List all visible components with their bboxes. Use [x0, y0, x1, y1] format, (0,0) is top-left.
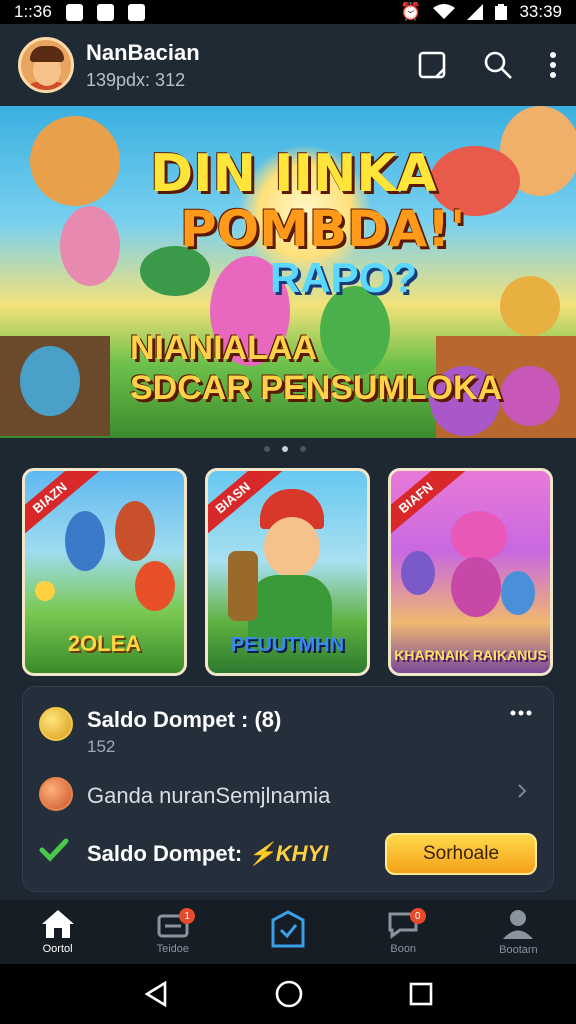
carousel-indicator[interactable] [264, 446, 306, 452]
wallet-link-label: Ganda nuranSemjlnamia [87, 783, 331, 808]
wallet-balance-label: Saldo Dompet : (8) [87, 707, 282, 732]
card-title: KHARNAIK RAIKANUS [394, 647, 547, 663]
wallet-link-row[interactable]: Ganda nuranSemjlnamia [39, 775, 537, 815]
status-bar: 1::36 ⏰ 33:39 [0, 0, 576, 24]
wallet-action-text: Saldo Dompet: [87, 841, 243, 866]
carousel-dot-active[interactable] [282, 446, 288, 452]
user-sub: 139pdx: 312 [86, 69, 186, 90]
user-name: NanBacian [86, 39, 200, 65]
nav-badge: 1 [179, 908, 196, 924]
banner-title-1: DIN IINKA [150, 144, 437, 204]
wifi-icon [433, 4, 456, 19]
user-info: NanBacian 139pdx: 312 [86, 40, 200, 91]
banner-subtitle-line1: NIANIALAA [130, 329, 317, 367]
more-horiz-icon[interactable] [509, 709, 533, 717]
wallet-action-label: Saldo Dompet: ⚡KHYI [87, 841, 328, 867]
nav-label: Bootarn [499, 944, 538, 956]
notification-icon [96, 3, 114, 21]
battery-icon [495, 4, 508, 20]
coin-icon [39, 707, 73, 741]
checklist-icon [271, 910, 305, 948]
search-icon[interactable] [482, 49, 514, 81]
carousel-dot[interactable] [264, 446, 270, 452]
nav-item-home[interactable]: Oortol [0, 900, 115, 964]
signal-icon [467, 4, 484, 20]
card-title: 2OLEA [67, 631, 142, 656]
nav-item-profile[interactable]: Bootarn [461, 900, 576, 964]
notification-icon [127, 3, 145, 21]
check-icon [39, 838, 69, 862]
notification-icon [65, 3, 83, 21]
wallet-panel: Saldo Dompet : (8) 152 Ganda nuranSemjln… [22, 686, 554, 892]
wallet-action-row: Saldo Dompet: ⚡KHYI Sorhoale [39, 831, 537, 877]
status-clock: 33:39 [519, 2, 562, 21]
bookmark-icon[interactable] [416, 49, 448, 81]
nav-badge: 0 [409, 908, 426, 924]
back-icon[interactable] [143, 981, 169, 1007]
banner-title-3: RAPO? [270, 254, 417, 301]
banner-subtitle-line2: SDCAR PENSUMLOKA [130, 369, 503, 407]
game-card[interactable]: BIAZN 2OLEA [22, 468, 187, 676]
alarm-icon: ⏰ [400, 2, 422, 21]
bottom-nav: Oortol 1 Teidoe 0 Boon Bootarn [0, 900, 576, 964]
nav-label: Teidoe [156, 943, 190, 955]
banner-subtitle: NIANIALAA SDCAR PENSUMLOKA [130, 328, 502, 408]
banner-title-2: POMBDA!' [180, 200, 466, 258]
nav-item-tasks[interactable] [230, 900, 345, 964]
nav-item-chat[interactable]: 0 Boon [346, 900, 461, 964]
system-nav [0, 964, 576, 1024]
game-cards: BIAZN 2OLEA BIASN PEUUTMHN BIAFN KHARNAI… [22, 468, 554, 676]
status-time: 1::36 [14, 2, 52, 21]
game-card[interactable]: BIASN PEUUTMHN [205, 468, 370, 676]
nav-label: Oortol [42, 943, 73, 955]
nav-item-inbox[interactable]: 1 Teidoe [115, 900, 230, 964]
wallet-action-button[interactable]: Sorhoale [385, 833, 537, 875]
nav-label: Boon [390, 943, 417, 955]
carousel-dot[interactable] [300, 446, 306, 452]
wallet-balance-row: Saldo Dompet : (8) 152 [39, 703, 537, 763]
recents-icon[interactable] [409, 982, 433, 1006]
card-title: PEUUTMHN [230, 634, 345, 656]
coin-icon [39, 777, 73, 811]
game-card[interactable]: BIAFN KHARNAIK RAIKANUS [388, 468, 553, 676]
avatar[interactable] [18, 37, 74, 93]
home-icon [41, 910, 74, 938]
promo-banner[interactable]: DIN IINKA POMBDA!' RAPO? NIANIALAA SDCAR… [0, 106, 576, 438]
wallet-action-value: ⚡KHYI [248, 841, 329, 866]
home-button-icon[interactable] [274, 979, 304, 1009]
wallet-balance-value: 152 [87, 737, 116, 756]
chevron-right-icon [518, 784, 527, 798]
app-header: NanBacian 139pdx: 312 [0, 24, 576, 106]
more-vert-icon[interactable] [548, 51, 558, 79]
person-icon [503, 910, 534, 939]
